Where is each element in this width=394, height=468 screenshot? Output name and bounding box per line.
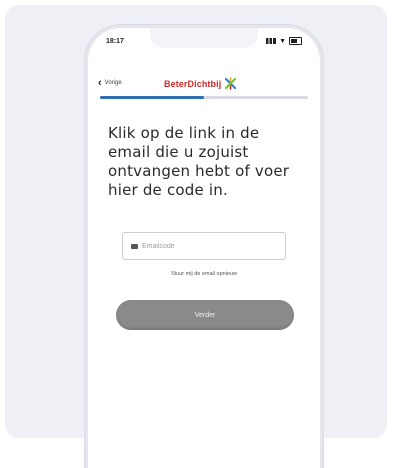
status-bar: 18:17 ▼ <box>106 35 302 47</box>
preview-card: 18:17 ▼ ‹ Vorige BeterDichtbij Klik op d… <box>5 5 387 468</box>
progress-fill <box>100 96 204 99</box>
app-logo: BeterDichtbij <box>164 77 237 90</box>
wifi-icon: ▼ <box>279 37 286 45</box>
phone-frame: 18:17 ▼ ‹ Vorige BeterDichtbij Klik op d… <box>85 25 323 468</box>
next-button[interactable]: Verder <box>116 300 294 330</box>
email-code-field[interactable] <box>122 232 286 260</box>
mail-icon <box>131 243 138 249</box>
email-code-input[interactable] <box>142 242 282 250</box>
status-time: 18:17 <box>106 37 124 45</box>
signal-icon <box>266 38 277 44</box>
logo-text: BeterDichtbij <box>164 78 222 89</box>
back-button[interactable]: ‹ Vorige <box>98 76 122 89</box>
chevron-left-icon: ‹ <box>98 76 102 89</box>
progress-bar <box>100 96 308 99</box>
nav-bar: ‹ Vorige BeterDichtbij <box>98 74 310 92</box>
logo-icon <box>225 77 237 90</box>
back-label: Vorige <box>104 80 122 86</box>
battery-icon <box>289 37 302 45</box>
page-heading: Klik op de link in de email die u zojuis… <box>108 124 290 199</box>
status-icons: ▼ <box>266 37 302 45</box>
resend-email-link[interactable]: Stuur mij de email opnieuw <box>118 271 290 277</box>
